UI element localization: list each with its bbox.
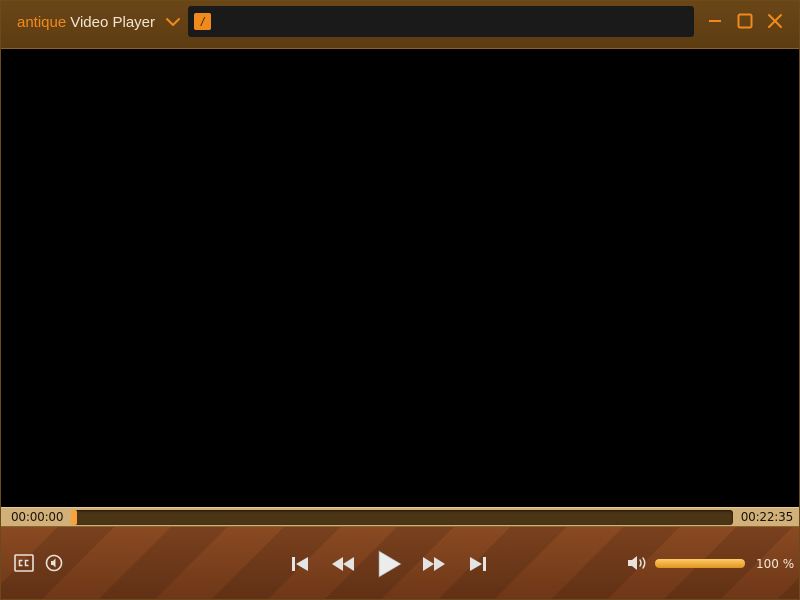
close-button[interactable] xyxy=(765,11,785,31)
total-time: 00:22:35 xyxy=(740,510,793,524)
seek-slider[interactable] xyxy=(71,510,733,525)
app-brand: antique xyxy=(17,13,67,31)
close-icon xyxy=(768,14,782,28)
fast-forward-icon xyxy=(423,557,445,571)
maximize-button[interactable] xyxy=(735,11,755,31)
previous-button[interactable] xyxy=(289,555,311,573)
play-icon xyxy=(378,550,402,578)
volume-level xyxy=(655,559,745,568)
minimize-icon xyxy=(709,20,721,22)
current-time: 00:00:00 xyxy=(11,510,64,524)
fast-forward-button[interactable] xyxy=(421,555,447,573)
app-title: Video Player xyxy=(70,13,155,31)
audio-track-icon xyxy=(45,554,63,572)
app-menu-button[interactable]: antique Video Player xyxy=(17,12,181,32)
seek-bar: 00:00:00 00:22:35 xyxy=(1,507,799,527)
volume-slider[interactable] xyxy=(655,559,745,568)
chevron-down-icon xyxy=(166,18,180,26)
path-input[interactable]: / xyxy=(188,6,694,37)
volume-icon xyxy=(628,556,646,570)
maximize-icon xyxy=(737,13,753,29)
mute-button[interactable] xyxy=(626,554,648,572)
skip-previous-icon xyxy=(292,557,308,571)
control-panel: 100 % xyxy=(1,527,799,599)
next-button[interactable] xyxy=(467,555,489,573)
rewind-icon xyxy=(332,557,354,571)
video-player-window: antique Video Player / 00:00:00 00:22:35… xyxy=(0,0,800,600)
closed-captions-button[interactable] xyxy=(14,554,34,572)
folder-icon: / xyxy=(194,13,211,30)
audio-track-button[interactable] xyxy=(45,554,63,572)
minimize-button[interactable] xyxy=(705,11,725,31)
seek-handle[interactable] xyxy=(71,510,77,525)
video-display[interactable] xyxy=(1,50,799,507)
title-bar: antique Video Player / xyxy=(1,1,799,49)
closed-captions-icon xyxy=(14,554,34,572)
volume-percentage: 100 % xyxy=(756,557,795,571)
skip-next-icon xyxy=(470,557,486,571)
rewind-button[interactable] xyxy=(330,555,356,573)
play-button[interactable] xyxy=(374,549,404,579)
